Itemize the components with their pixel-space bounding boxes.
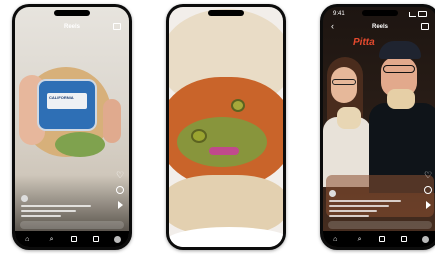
pita-bread-image	[169, 175, 283, 235]
phone-screen-1: CALIFORNIA Reels ♡ ⌂ ⌕	[15, 7, 129, 247]
battery-icon	[418, 11, 427, 17]
reel-actions: ♡	[424, 171, 432, 209]
back-arrow-icon[interactable]: ‹	[331, 21, 334, 31]
like-heart-icon[interactable]: ♡	[116, 171, 124, 180]
pita-wrap-image	[337, 107, 361, 129]
red-onion-image	[209, 147, 239, 155]
shop-icon[interactable]	[400, 236, 407, 242]
bottom-nav-bar: ⌂ ⌕	[323, 231, 435, 247]
phone-notch	[362, 10, 398, 16]
reel-caption	[21, 195, 107, 217]
search-icon[interactable]: ⌕	[355, 236, 364, 243]
olive-image	[231, 99, 245, 112]
share-send-icon[interactable]	[117, 201, 123, 209]
phone-notch	[208, 10, 244, 16]
tuna-can-image: CALIFORNIA	[37, 79, 97, 131]
avatar[interactable]	[329, 190, 336, 197]
hand-image	[103, 99, 121, 143]
phone-screen-2	[169, 7, 283, 247]
reels-top-bar: Reels	[15, 21, 129, 33]
plate-image	[169, 227, 283, 247]
reel-caption	[329, 190, 415, 217]
like-heart-icon[interactable]: ♡	[424, 171, 432, 180]
status-time: 9:41	[333, 11, 345, 17]
phone-screen-3: Pitta 9:41 ‹ Reels ♡ ⌂ ⌕	[323, 7, 435, 247]
reels-icon[interactable]	[379, 236, 386, 242]
profile-avatar[interactable]	[114, 235, 122, 243]
add-comment-field[interactable]	[20, 221, 124, 229]
profile-avatar[interactable]	[422, 235, 430, 243]
reels-title: Reels	[63, 24, 80, 30]
reels-top-bar: ‹ Reels	[323, 21, 435, 33]
bottom-nav-bar: ⌂ ⌕	[15, 231, 129, 247]
salad-image	[177, 117, 267, 167]
home-icon[interactable]: ⌂	[331, 236, 340, 243]
add-comment-field[interactable]	[328, 221, 432, 229]
audio-track[interactable]	[21, 215, 107, 217]
camera-icon[interactable]	[113, 23, 121, 30]
audio-track[interactable]	[329, 215, 415, 217]
reels-icon[interactable]	[71, 236, 78, 242]
can-brand-label: CALIFORNIA	[49, 95, 74, 100]
neon-sign-text: Pitta	[353, 37, 375, 48]
search-icon[interactable]: ⌕	[47, 236, 56, 243]
phone-notch	[54, 10, 90, 16]
caption-text-placeholder	[21, 205, 107, 212]
olive-image	[191, 129, 207, 143]
caption-text-placeholder	[329, 200, 415, 212]
phone-mockup-3: Pitta 9:41 ‹ Reels ♡ ⌂ ⌕	[320, 4, 435, 250]
avatar[interactable]	[21, 195, 28, 202]
reels-title: Reels	[371, 24, 388, 30]
salad-image	[55, 132, 105, 157]
phone-mockup-2	[166, 4, 286, 250]
comment-icon[interactable]	[424, 186, 432, 194]
reel-actions: ♡	[116, 171, 124, 209]
comment-icon[interactable]	[116, 186, 124, 194]
share-send-icon[interactable]	[425, 201, 431, 209]
home-icon[interactable]: ⌂	[23, 236, 32, 243]
camera-icon[interactable]	[421, 23, 429, 30]
phone-mockup-1: CALIFORNIA Reels ♡ ⌂ ⌕	[12, 4, 132, 250]
signal-icon	[409, 11, 416, 17]
shop-icon[interactable]	[92, 236, 99, 242]
pita-wrap-image	[387, 89, 415, 109]
